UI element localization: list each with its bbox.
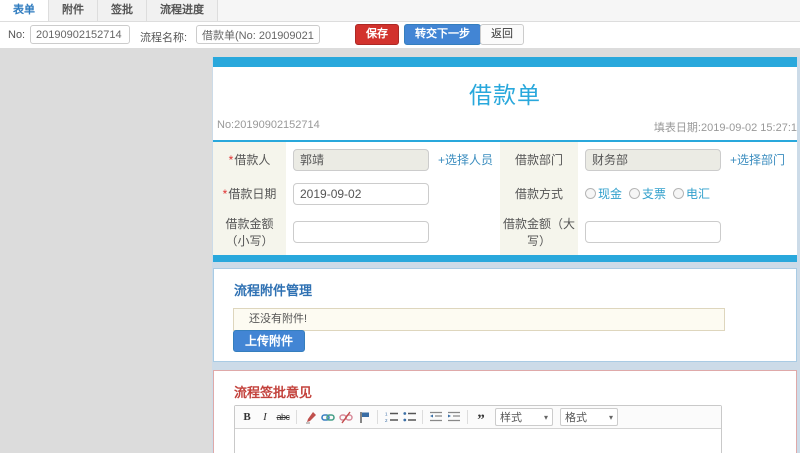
back-button[interactable]: 返回 [480, 24, 524, 45]
outdent-icon[interactable] [429, 409, 443, 426]
italic-icon[interactable]: I [258, 409, 272, 426]
content-column: 借款单 No:20190902152714 填表日期:2019-09-02 15… [212, 57, 800, 453]
radio-wire[interactable]: 电汇 [673, 185, 710, 202]
required-asterisk: * [228, 152, 234, 167]
toolbar-separator [296, 410, 297, 424]
approval-comments-section: 流程签批意见 B I abc 1 2 ” 样式 ▾ 格式 ▾ [213, 370, 797, 453]
toolbar-separator [467, 410, 468, 424]
loan-date-label-text: 借款日期 [228, 187, 277, 201]
loan-date-label: * 借款日期 [213, 177, 286, 210]
no-attachments-message: 还没有附件! [233, 308, 725, 331]
toolbar-separator [377, 410, 378, 424]
table-row: *借款日期 借款方式 现金 支票 电汇 [213, 177, 797, 210]
chevron-down-icon: ▾ [543, 412, 548, 422]
form-date-text: 填表日期:2019-09-02 15:27:1 [653, 122, 797, 134]
borrower-input[interactable] [293, 148, 429, 171]
tab-approval[interactable]: 签批 [98, 0, 147, 21]
strikethrough-icon[interactable]: abc [276, 409, 290, 426]
tab-process-progress[interactable]: 流程进度 [147, 0, 218, 21]
radio-cash-label: 现金 [598, 187, 623, 201]
attachments-section: 流程附件管理 还没有附件! 上传附件 [213, 268, 797, 362]
save-button[interactable]: 保存 [355, 24, 399, 45]
amount-lowercase-input[interactable] [293, 220, 429, 243]
bottom-accent-bar [213, 255, 797, 262]
style-dropdown-label: 样式 [500, 412, 522, 424]
top-accent-bar [213, 57, 797, 67]
loan-form-panel: 借款单 No:20190902152714 填表日期:2019-09-02 15… [213, 57, 797, 262]
format-dropdown[interactable]: 格式 ▾ [560, 408, 618, 426]
forward-next-step-button[interactable]: 转交下一步 [404, 24, 481, 45]
amount-uppercase-input[interactable] [585, 220, 721, 243]
radio-circle-icon [629, 188, 641, 199]
format-dropdown-label: 格式 [565, 412, 587, 424]
radio-cash[interactable]: 现金 [585, 185, 622, 202]
no-input[interactable] [30, 25, 130, 44]
copy-formatting-icon[interactable] [303, 409, 317, 426]
toolbar-separator [422, 410, 423, 424]
radio-circle-icon [673, 188, 685, 199]
rich-text-editor: B I abc 12 ” 样式 ▾ 格式 ▾ [234, 405, 722, 453]
approval-comments-heading: 流程签批意见 [234, 385, 313, 400]
blockquote-icon[interactable]: ” [474, 409, 488, 428]
unlink-icon[interactable] [339, 409, 353, 426]
borrower-label-text: 借款人 [234, 153, 271, 167]
chevron-down-icon: ▾ [608, 412, 613, 422]
loan-method-radio-group: 现金 支票 电汇 [585, 185, 710, 202]
no-label: No: [8, 29, 26, 41]
radio-check[interactable]: 支票 [629, 185, 666, 202]
required-asterisk: * [222, 186, 228, 201]
department-label: 借款部门 [500, 142, 578, 177]
loan-method-label: 借款方式 [500, 177, 578, 210]
tab-form[interactable]: 表单 [0, 0, 49, 21]
attachments-heading: 流程附件管理 [234, 283, 313, 298]
table-row: 借款金额（小写） 借款金额（大写） [213, 210, 797, 253]
select-department-link[interactable]: +选择部门 [730, 151, 785, 168]
select-person-link[interactable]: +选择人员 [438, 151, 493, 168]
loan-form-table: *借款人 +选择人员 借款部门 +选择部门 *借款日期 借款方式 [213, 142, 797, 262]
radio-wire-label: 电汇 [686, 187, 711, 201]
process-name-label: 流程名称: [140, 32, 188, 44]
amount-lowercase-label: 借款金额（小写） [213, 210, 286, 253]
upload-attachment-button[interactable]: 上传附件 [233, 330, 306, 352]
borrower-label: * 借款人 [213, 142, 286, 177]
table-row: *借款人 +选择人员 借款部门 +选择部门 [213, 142, 797, 177]
form-title: 借款单 [469, 82, 541, 108]
editor-toolbar: B I abc 12 ” 样式 ▾ 格式 ▾ [235, 406, 721, 429]
unordered-list-icon[interactable] [402, 409, 416, 426]
loan-date-input[interactable] [293, 182, 429, 205]
link-icon[interactable] [321, 409, 335, 426]
command-bar: No: 流程名称: 保存 转交下一步 返回 [0, 22, 800, 48]
anchor-flag-icon[interactable] [357, 409, 371, 426]
bold-icon[interactable]: B [240, 409, 254, 426]
style-dropdown[interactable]: 样式 ▾ [495, 408, 553, 426]
indent-icon[interactable] [447, 409, 461, 426]
tab-bar: 表单 附件 签批 流程进度 [0, 0, 800, 22]
tab-attachments[interactable]: 附件 [49, 0, 98, 21]
department-input[interactable] [585, 148, 721, 171]
form-number-text: No:20190902152714 [217, 119, 320, 131]
ordered-list-icon[interactable]: 12 [384, 409, 398, 426]
process-name-input[interactable] [196, 25, 320, 44]
form-meta-row: No:20190902152714 填表日期:2019-09-02 15:27:… [213, 119, 797, 135]
svg-text:1: 1 [385, 412, 388, 417]
amount-uppercase-label: 借款金额（大写） [500, 210, 578, 253]
svg-text:2: 2 [385, 418, 388, 423]
radio-circle-icon [585, 188, 596, 199]
radio-check-label: 支票 [642, 187, 667, 201]
editor-content-area[interactable] [235, 429, 721, 453]
